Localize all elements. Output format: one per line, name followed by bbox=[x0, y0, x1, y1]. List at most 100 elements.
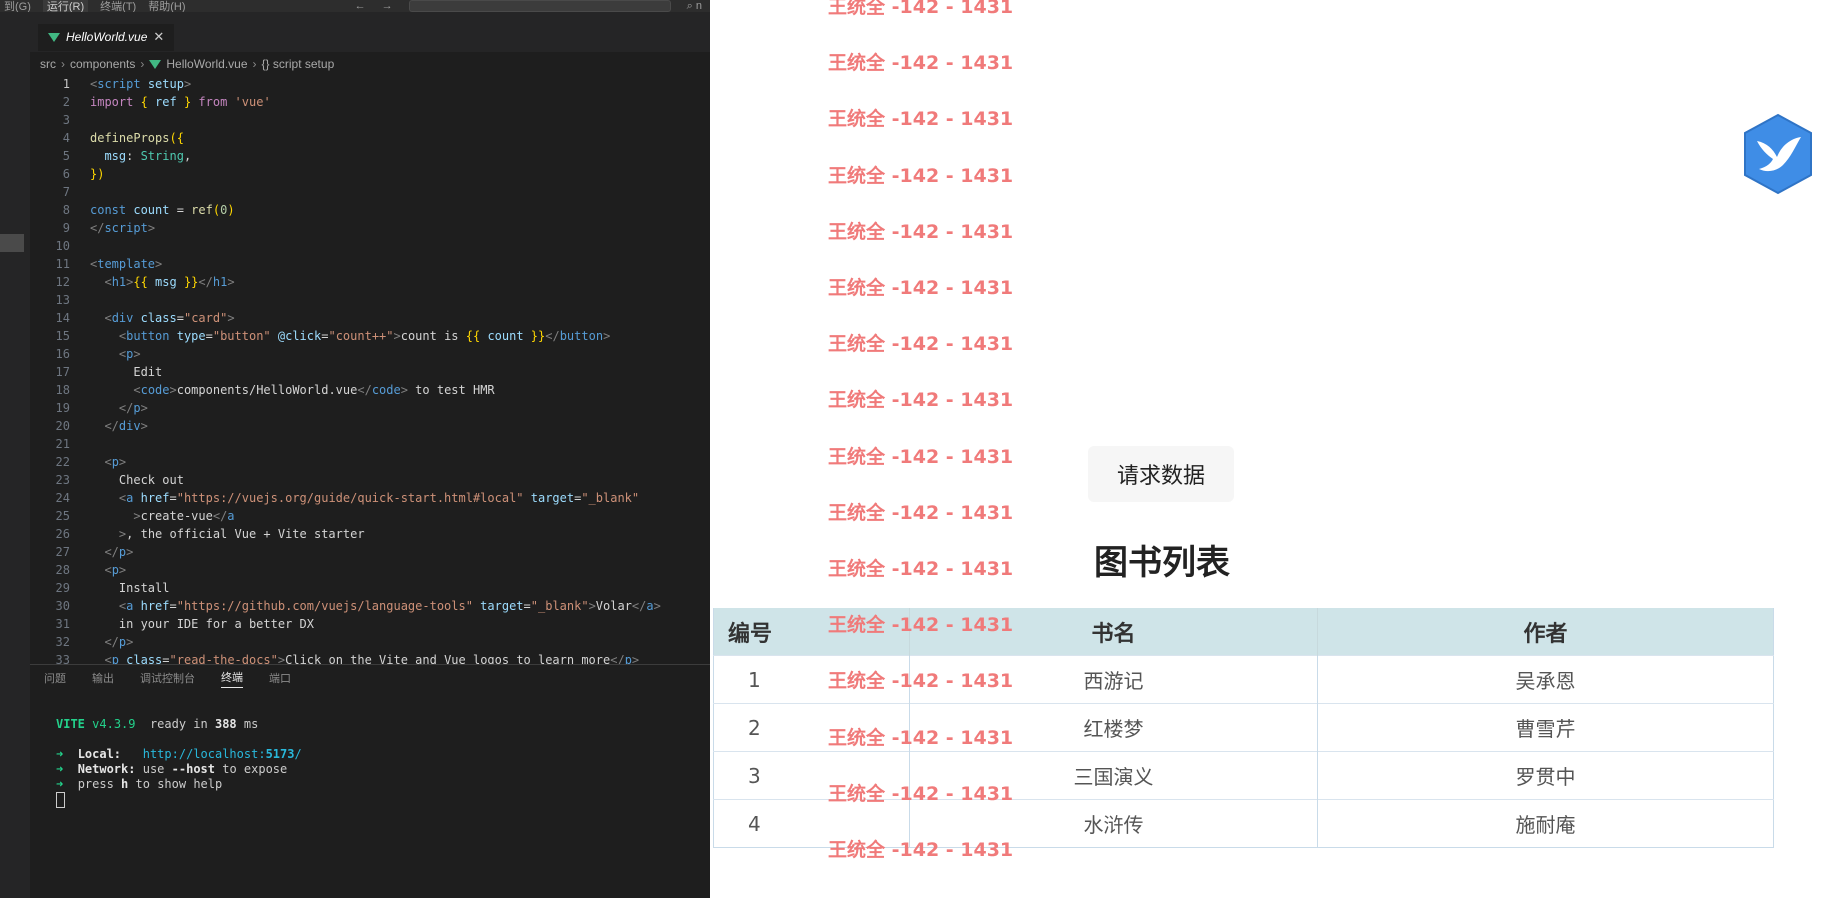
code-line[interactable]: 21 bbox=[30, 435, 710, 453]
back-arrow-icon[interactable]: ← bbox=[355, 0, 366, 12]
panel-tabs: 问题 输出 调试控制台 终端 端口 bbox=[30, 665, 710, 691]
line-number: 9 bbox=[62, 221, 70, 235]
breadcrumb-components[interactable]: components bbox=[70, 57, 135, 71]
browser-page: 王统全 -142 - 1431 王统全 -142 - 1431 王统全 -142 -… bbox=[710, 0, 1835, 898]
bird-logo-icon[interactable] bbox=[1741, 113, 1815, 195]
watermark-text: 王统全 -142 - 1431 bbox=[828, 782, 1014, 805]
tab-output[interactable]: 输出 bbox=[92, 670, 114, 686]
code-text: Edit bbox=[90, 363, 162, 381]
tab-problems[interactable]: 问题 bbox=[44, 670, 66, 686]
code-token: "count++" bbox=[328, 329, 394, 343]
bottom-panel: 问题 输出 调试控制台 终端 端口 VITE v4.3.9 ready in 3… bbox=[30, 664, 710, 898]
command-search-box[interactable] bbox=[408, 0, 671, 12]
code-line[interactable]: 25 >create-vue</a bbox=[30, 507, 710, 525]
watermark-text: 王统全 -142 - 1431 bbox=[828, 164, 1014, 187]
code-text: >, the official Vue + Vite starter bbox=[90, 525, 365, 543]
tab-helloworld-vue[interactable]: HelloWorld.vue ✕ bbox=[38, 24, 175, 51]
code-token: </ bbox=[90, 221, 105, 235]
code-token: </ bbox=[104, 545, 119, 559]
breadcrumb-symbol[interactable]: {} script setup bbox=[262, 57, 335, 71]
code-line[interactable]: 18 <code>components/HelloWorld.vue</code… bbox=[30, 381, 710, 399]
code-line[interactable]: 29 Install bbox=[30, 579, 710, 597]
code-line[interactable]: 27 </p> bbox=[30, 543, 710, 561]
code-area[interactable]: 1 <script setup> 2 import { ref } from 'vue… bbox=[30, 75, 710, 667]
line-number: 32 bbox=[55, 635, 70, 649]
code-line[interactable]: 11 <template> bbox=[30, 255, 710, 273]
code-line[interactable]: 26 >, the official Vue + Vite starter bbox=[30, 525, 710, 543]
code-token: div bbox=[118, 419, 141, 433]
code-token: < bbox=[104, 455, 112, 469]
code-token: code bbox=[371, 383, 401, 397]
column-header-author: 作者 bbox=[1317, 608, 1774, 656]
code-token: </ bbox=[212, 509, 228, 523]
line-number: 27 bbox=[55, 545, 70, 559]
code-line[interactable]: 4 defineProps({ bbox=[30, 129, 710, 147]
breadcrumb-src[interactable]: src bbox=[40, 57, 56, 71]
line-number: 8 bbox=[62, 203, 70, 217]
code-token: > bbox=[133, 509, 141, 523]
tab-debug-console[interactable]: 调试控制台 bbox=[140, 670, 195, 686]
code-line[interactable]: 28 <p> bbox=[30, 561, 710, 579]
code-line[interactable]: 32 </p> bbox=[30, 633, 710, 651]
tab-ports[interactable]: 端口 bbox=[269, 670, 291, 686]
code-token: </ bbox=[104, 635, 119, 649]
request-data-button[interactable]: 请求数据 bbox=[1088, 446, 1234, 502]
code-line[interactable]: 20 </div> bbox=[30, 417, 710, 435]
code-line[interactable]: 1 <script setup> bbox=[30, 75, 710, 93]
forward-arrow-icon[interactable]: → bbox=[382, 0, 393, 12]
code-token: href bbox=[133, 599, 170, 613]
code-line[interactable]: 19 </p> bbox=[30, 399, 710, 417]
code-line[interactable]: 30 <a href="https://github.com/vuejs/lan… bbox=[30, 597, 710, 615]
line-number: 25 bbox=[55, 509, 70, 523]
code-line[interactable]: 3 bbox=[30, 111, 710, 129]
activity-highlight bbox=[0, 234, 24, 252]
code-line[interactable]: 7 bbox=[30, 183, 710, 201]
code-line[interactable]: 5 msg: String, bbox=[30, 147, 710, 165]
code-line[interactable]: 9 </script> bbox=[30, 219, 710, 237]
code-line[interactable]: 2 import { ref } from 'vue' bbox=[30, 93, 710, 111]
code-token: }) bbox=[90, 167, 105, 181]
code-line[interactable]: 24 <a href="https://vuejs.org/guide/quic… bbox=[30, 489, 710, 507]
code-token: > bbox=[133, 347, 141, 361]
code-editor-window: 到(G) 运行(R) 终端(T) 帮助(H) ← → ⌕ n HelloWorl… bbox=[0, 0, 710, 898]
terminal-cursor bbox=[56, 792, 65, 808]
code-token: > bbox=[183, 77, 192, 91]
tab-filename: HelloWorld.vue bbox=[66, 30, 148, 44]
code-text: }) bbox=[90, 165, 104, 183]
code-line[interactable]: 31 in your IDE for a better DX bbox=[30, 615, 710, 633]
code-token: > bbox=[140, 419, 148, 433]
watermark-text: 王统全 -142 - 1431 bbox=[828, 614, 1014, 637]
code-line[interactable]: 6}) bbox=[30, 165, 710, 183]
code-line[interactable]: 14 <div class="card"> bbox=[30, 309, 710, 327]
terminal-output[interactable]: VITE v4.3.9 ready in 388 ms ➜ Local: htt… bbox=[56, 717, 302, 808]
code-token: code bbox=[140, 383, 170, 397]
tab-terminal[interactable]: 终端 bbox=[221, 669, 243, 688]
code-token: h1 bbox=[212, 275, 228, 289]
code-line[interactable]: 12 <h1>{{ msg }}</h1> bbox=[30, 273, 710, 291]
chevron-right-icon: › bbox=[252, 57, 257, 71]
code-line[interactable]: 15 <button type="button" @click="count++… bbox=[30, 327, 710, 345]
code-text: <p> bbox=[90, 561, 126, 579]
code-text: </p> bbox=[90, 633, 133, 651]
code-token: Volar bbox=[595, 599, 632, 613]
code-line[interactable]: 8 const count = ref(0) bbox=[30, 201, 710, 219]
code-token: = bbox=[169, 599, 177, 613]
code-line[interactable]: 22 <p> bbox=[30, 453, 710, 471]
code-line[interactable]: 17 Edit bbox=[30, 363, 710, 381]
code-line[interactable]: 13 bbox=[30, 291, 710, 309]
code-token: </ bbox=[198, 275, 213, 289]
breadcrumb-file[interactable]: HelloWorld.vue bbox=[166, 57, 247, 71]
watermark-text: 王统全 -142 - 1431 bbox=[828, 501, 1014, 524]
code-line[interactable]: 10 bbox=[30, 237, 710, 255]
code-token: count is bbox=[400, 329, 466, 343]
code-text: <a href="https://vuejs.org/guide/quick-s… bbox=[90, 489, 639, 507]
code-line[interactable]: 23 Check out bbox=[30, 471, 710, 489]
code-token: < bbox=[133, 383, 141, 397]
code-text: <h1>{{ msg }}</h1> bbox=[90, 273, 234, 291]
code-line[interactable]: 16 <p> bbox=[30, 345, 710, 363]
close-icon[interactable]: ✕ bbox=[153, 29, 164, 45]
